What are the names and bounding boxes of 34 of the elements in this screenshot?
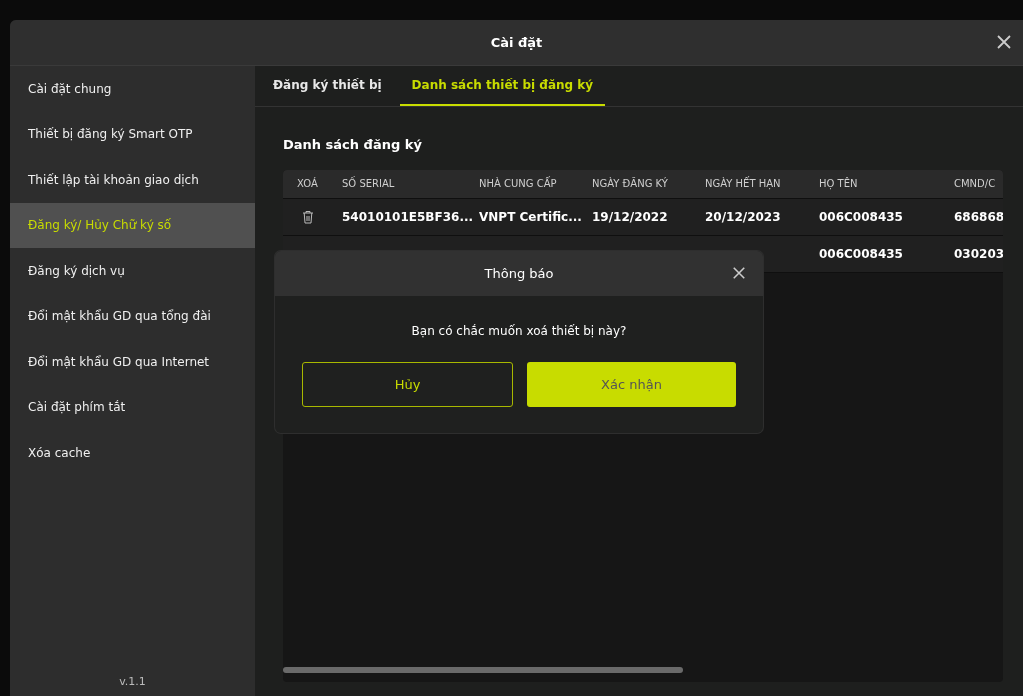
column-header: CMND/C <box>953 177 997 191</box>
trash-icon[interactable] <box>302 210 314 224</box>
version-label: v.1.1 <box>119 675 146 688</box>
table-cell-text: 686868 <box>953 210 1003 224</box>
table-cell-text: 20/12/2023 <box>704 210 782 224</box>
section-title: Danh sách đăng ký <box>283 137 423 152</box>
table-cell-text: 19/12/2022 <box>591 210 669 224</box>
sidebar-item[interactable]: Đổi mật khẩu GD qua tổng đài <box>10 293 255 339</box>
column-header: SỐ SERIAL <box>341 176 396 191</box>
table-cell-text: VNPT Certific... <box>478 210 582 224</box>
sidebar-item[interactable]: Thiết lập tài khoản giao dịch <box>10 157 255 203</box>
sidebar-item[interactable]: Đổi mật khẩu GD qua Internet <box>10 339 255 385</box>
dialog-title: Thông báo <box>484 266 554 281</box>
table-cell-text: 006C008435 <box>818 247 904 261</box>
column-header: NGÀY ĐĂNG KÝ <box>591 176 669 191</box>
tab[interactable]: Danh sách thiết bị đăng ký <box>399 66 606 106</box>
scrollbar[interactable] <box>283 667 683 673</box>
sidebar-item[interactable]: Cài đặt phím tắt <box>10 384 255 430</box>
column-header: NHÀ CUNG CẤP <box>478 176 558 191</box>
column-header: NGÀY HẾT HẠN <box>704 176 782 192</box>
tab[interactable]: Đăng ký thiết bị <box>261 66 394 106</box>
table-cell-text: 030203 <box>953 247 1003 261</box>
sidebar-item[interactable]: Xóa cache <box>10 430 255 476</box>
column-header: XOÁ <box>296 176 319 191</box>
cancel-button[interactable]: Hủy <box>302 362 513 407</box>
dialog-message: Bạn có chắc muốn xoá thiết bị này? <box>411 324 627 338</box>
sidebar-item[interactable]: Thiết bị đăng ký Smart OTP <box>10 111 255 157</box>
table-cell-text: 006C008435 <box>818 210 904 224</box>
window-title: Cài đặt <box>490 35 543 50</box>
confirm-button[interactable]: Xác nhận <box>527 362 736 407</box>
column-header: HỌ TÊN <box>818 176 859 192</box>
sidebar-item[interactable]: Đăng ký dịch vụ <box>10 248 255 294</box>
sidebar-item[interactable]: Đăng ký/ Hủy Chữ ký số <box>10 202 255 248</box>
sidebar-item[interactable]: Cài đặt chung <box>10 66 255 112</box>
